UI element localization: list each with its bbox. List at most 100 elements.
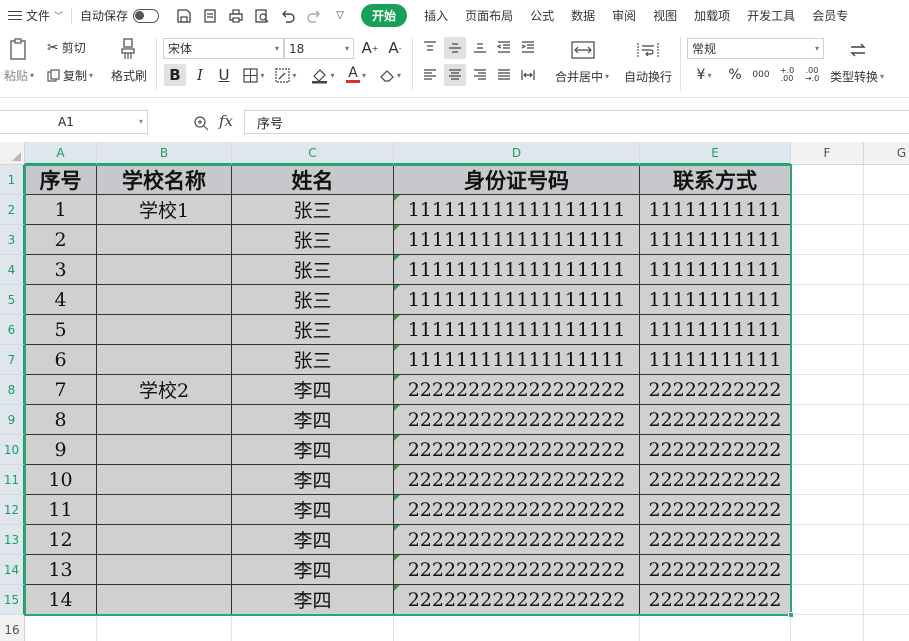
cell[interactable] [394,615,640,641]
font-color-icon[interactable]: A ▾ [342,65,370,85]
currency-button[interactable]: ¥ ▾ [692,65,716,85]
table-cell[interactable]: 222222222222222222 [394,525,640,555]
eraser-icon[interactable]: ▾ [375,65,405,85]
cell[interactable] [25,615,97,641]
cell[interactable] [791,225,864,255]
format-painter-button[interactable]: 格式刷 [111,67,147,84]
table-cell[interactable]: 3 [25,255,97,285]
header-cell[interactable]: 姓名 [232,165,394,195]
row-header-16[interactable]: 16 [0,615,25,641]
row-header-6[interactable]: 6 [0,315,25,345]
copy-button[interactable]: 复制 ▾ [47,67,93,84]
table-cell[interactable]: 222222222222222222 [394,435,640,465]
cell[interactable] [791,615,864,641]
table-cell[interactable]: 李四 [232,405,394,435]
cell[interactable] [97,615,232,641]
cell[interactable] [791,375,864,405]
table-cell[interactable] [97,585,232,615]
row-header-1[interactable]: 1 [0,165,25,195]
decimal-decrease-button[interactable]: .00 →.0 [801,65,823,85]
print-icon[interactable] [225,5,247,27]
row-header-13[interactable]: 13 [0,525,25,555]
row-header-4[interactable]: 4 [0,255,25,285]
formula-input[interactable]: 序号 [244,110,909,134]
align-left-icon[interactable] [420,65,440,85]
table-cell[interactable]: 2 [25,225,97,255]
table-cell[interactable]: 李四 [232,495,394,525]
cell-style-icon[interactable]: ▾ [272,65,300,85]
tab-home[interactable]: 开始 [361,4,408,27]
tab-insert[interactable]: 插入 [424,7,448,24]
brush-icon[interactable] [118,37,138,61]
row-header-7[interactable]: 7 [0,345,25,375]
row-header-10[interactable]: 10 [0,435,25,465]
tab-view[interactable]: 视图 [653,7,677,24]
cell[interactable] [864,405,909,435]
thousands-separator-button[interactable]: 000 [750,65,772,85]
table-cell[interactable]: 李四 [232,585,394,615]
table-cell[interactable]: 张三 [232,315,394,345]
table-cell[interactable]: 10 [25,465,97,495]
zoom-icon[interactable] [193,115,209,131]
tab-formulas[interactable]: 公式 [530,7,554,24]
align-middle-icon[interactable] [444,37,466,59]
table-cell[interactable]: 李四 [232,525,394,555]
table-cell[interactable]: 111111111111111111 [394,345,640,375]
cell[interactable] [791,255,864,285]
cell[interactable] [791,315,864,345]
function-icon[interactable]: fx [219,112,233,130]
row-header-12[interactable]: 12 [0,495,25,525]
table-cell[interactable]: 22222222222 [640,435,791,465]
save-icon[interactable] [173,5,195,27]
fill-color-icon[interactable]: ▾ [307,65,339,85]
font-size-decrease-icon[interactable]: A- [385,38,405,58]
cell[interactable] [791,465,864,495]
align-center-icon[interactable] [444,64,466,86]
cell[interactable] [864,255,909,285]
menu-icon[interactable] [8,8,22,23]
cut-button[interactable]: ✂ 剪切 [47,39,86,56]
cell[interactable] [791,345,864,375]
table-cell[interactable]: 14 [25,585,97,615]
cell[interactable] [791,585,864,615]
table-cell[interactable]: 学校2 [97,375,232,405]
table-cell[interactable] [97,225,232,255]
header-cell[interactable]: 身份证号码 [394,165,640,195]
table-cell[interactable]: 张三 [232,255,394,285]
select-all-corner[interactable] [0,142,25,165]
header-cell[interactable]: 学校名称 [97,165,232,195]
cell[interactable] [791,495,864,525]
cell[interactable] [864,285,909,315]
wrap-text-icon[interactable] [634,38,662,62]
table-cell[interactable]: 李四 [232,435,394,465]
table-cell[interactable]: 111111111111111111 [394,285,640,315]
column-header-d[interactable]: D [394,142,640,165]
table-cell[interactable]: 张三 [232,345,394,375]
cell[interactable] [864,585,909,615]
file-menu[interactable]: 文件 [26,7,50,24]
cell[interactable] [232,615,394,641]
cell[interactable] [791,285,864,315]
font-size-select[interactable]: 18 ▾ [284,38,354,59]
row-header-3[interactable]: 3 [0,225,25,255]
customize-toolbar-icon[interactable]: ▽ [329,5,351,27]
cell[interactable] [864,165,909,195]
align-bottom-icon[interactable] [470,37,490,57]
redo-icon[interactable] [303,5,325,27]
table-cell[interactable]: 12 [25,525,97,555]
type-convert-button[interactable]: 类型转换 ▾ [830,68,884,85]
table-cell[interactable] [97,255,232,285]
row-header-8[interactable]: 8 [0,375,25,405]
cell[interactable] [864,465,909,495]
italic-button[interactable]: I [190,65,210,85]
cell[interactable] [864,555,909,585]
row-header-9[interactable]: 9 [0,405,25,435]
table-cell[interactable]: 11111111111 [640,285,791,315]
table-cell[interactable]: 8 [25,405,97,435]
row-header-15[interactable]: 15 [0,585,25,615]
fill-handle[interactable] [788,612,794,618]
table-cell[interactable]: 22222222222 [640,555,791,585]
font-name-select[interactable]: 宋体 ▾ [163,38,284,59]
table-cell[interactable]: 张三 [232,285,394,315]
table-cell[interactable]: 李四 [232,375,394,405]
